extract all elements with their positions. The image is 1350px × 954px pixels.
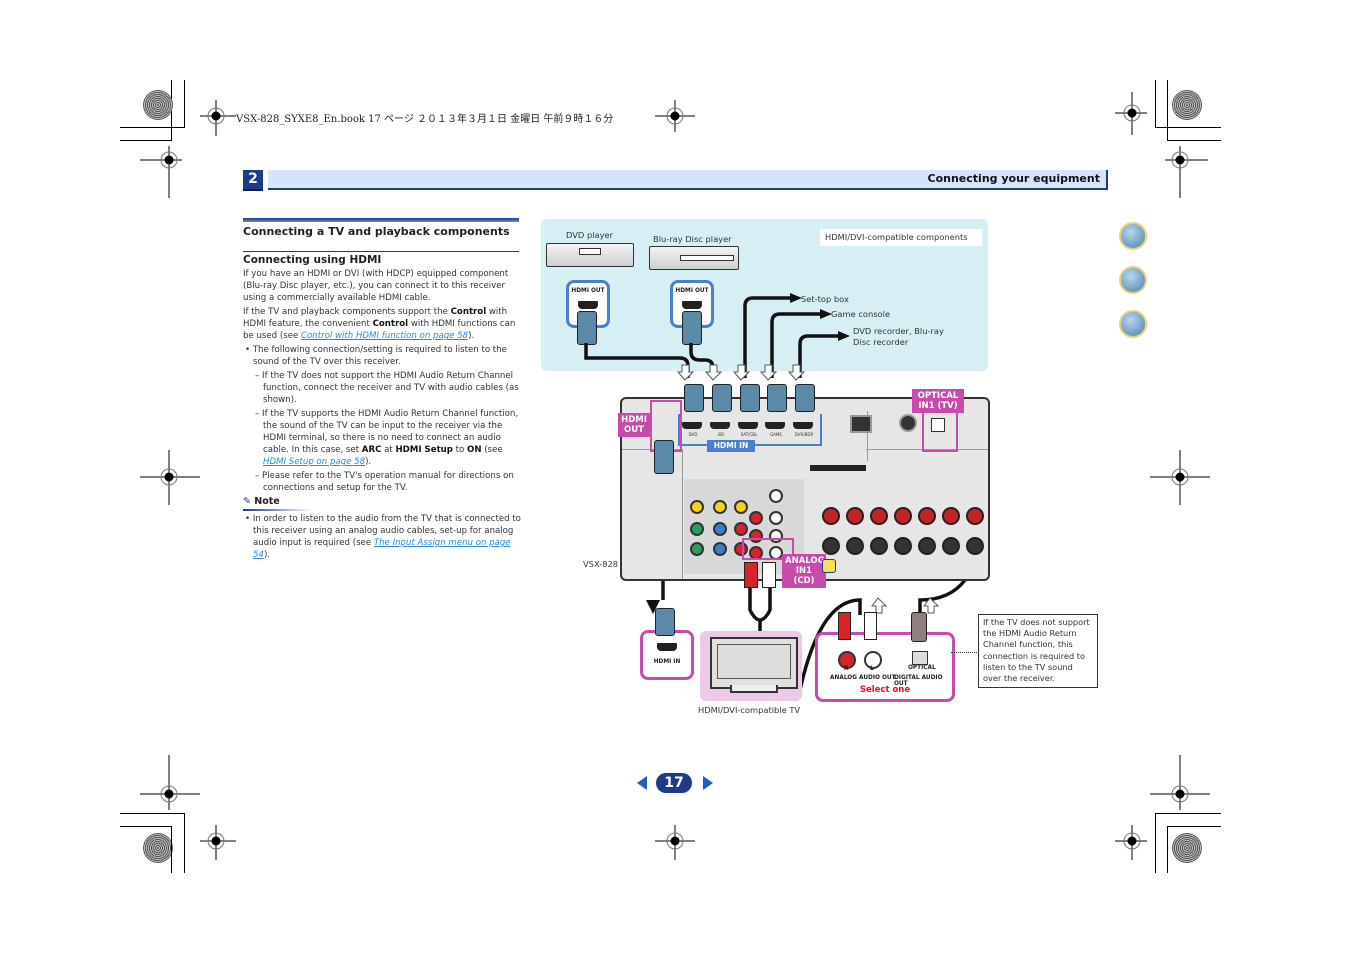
- hdmi-plug-icon: [712, 384, 732, 412]
- book-icon[interactable]: [1119, 222, 1147, 250]
- speaker-terminal-icon: [918, 537, 936, 555]
- select-one-label: Select one: [859, 685, 911, 695]
- optical-port-icon: [912, 651, 928, 665]
- cable-dvr: [798, 334, 838, 378]
- hdmi-input-port: [682, 422, 702, 429]
- speaker-terminal-icon: [942, 537, 960, 555]
- speaker-terminal-icon: [870, 507, 888, 525]
- hdmi-plug-icon: [767, 384, 787, 412]
- leader-line: [951, 652, 977, 653]
- speaker-terminal-icon: [846, 537, 864, 555]
- optical-in-tag: OPTICAL IN1 (TV): [912, 389, 964, 413]
- optical-port-icon: [931, 418, 945, 432]
- hdmi-in-tag: HDMI IN: [707, 440, 755, 452]
- info-callout: If the TV does not support the HDMI Audi…: [978, 614, 1098, 688]
- hdmi-input-label: GAME: [770, 432, 782, 437]
- hdmi-plug-icon: [655, 608, 675, 636]
- av-jack-icon: [690, 542, 704, 556]
- hdmi-input-port: [710, 422, 730, 429]
- rca-plug-red-icon: [744, 562, 758, 588]
- speaker-terminal-icon: [822, 507, 840, 525]
- hdmi-input-label: SAT/CBL: [740, 432, 758, 437]
- receiver-model-label: VSX-828: [583, 559, 619, 569]
- note-pencil-icon: [822, 559, 836, 573]
- hdmi-input-port: [765, 422, 785, 429]
- next-page-icon[interactable]: [703, 776, 713, 790]
- speaker-terminal-icon: [918, 507, 936, 525]
- speaker-terminal-icon: [894, 537, 912, 555]
- speaker-terminal-icon: [822, 537, 840, 555]
- hdmi-out-tag: HDMI OUT: [618, 413, 650, 437]
- speaker-terminal-icon: [966, 507, 984, 525]
- speaker-terminal-icon: [846, 507, 864, 525]
- av-jack-icon: [713, 522, 727, 536]
- rca-plug-white-icon: [762, 562, 776, 588]
- hdmi-plug-icon: [740, 384, 760, 412]
- dvd-recorder-label: DVD recorder, Blu-ray: [853, 326, 944, 336]
- optical-plug-icon: [911, 612, 927, 642]
- analog-in-tag: ANALOG IN1 (CD): [782, 554, 826, 588]
- hdmi-input-label: DVD: [688, 432, 698, 437]
- tv-audio-out-bubble: R L OPTICAL ANALOG AUDIO OUT DIGITAL AUD…: [815, 632, 955, 702]
- arrow-down-outline-icon: [704, 364, 723, 381]
- hdmi-port-icon: [657, 643, 677, 651]
- arrow-up-outline-icon: [871, 597, 888, 614]
- hdmi-plug-icon: [795, 384, 815, 412]
- av-jack-icon: [690, 522, 704, 536]
- rca-plug-white-icon: [864, 612, 877, 640]
- hdmi-input-label: DVR/BDR: [794, 432, 814, 437]
- lan-port-icon: [850, 415, 872, 433]
- speaker-terminal-icon: [870, 537, 888, 555]
- tv-label: HDMI/DVI-compatible TV: [698, 705, 801, 715]
- dvd-recorder-label-2: Disc recorder: [853, 337, 909, 347]
- av-jack-icon: [734, 522, 748, 536]
- page-number: 17: [656, 773, 692, 793]
- hdmi-input-label: BD: [718, 432, 724, 437]
- speaker-terminal-icon: [966, 537, 984, 555]
- av-jack-icon: [734, 500, 748, 514]
- tv-hdmi-in-bubble: HDMI IN: [640, 630, 694, 680]
- components-icon[interactable]: [1119, 266, 1147, 294]
- speaker-terminal-icon: [942, 507, 960, 525]
- rca-plug-red-icon: [838, 612, 851, 640]
- av-jack-icon: [713, 500, 727, 514]
- speaker-terminal-icon: [894, 507, 912, 525]
- prev-page-icon[interactable]: [637, 776, 647, 790]
- hdmi-plug-icon: [684, 384, 704, 412]
- hdmi-plug-icon: [654, 440, 674, 474]
- av-jack-icon: [769, 511, 783, 525]
- tv-icon: [710, 637, 798, 689]
- tv-stand: [730, 685, 778, 693]
- av-jack-icon: [749, 511, 763, 525]
- av-jack-icon: [690, 500, 704, 514]
- av-jack-icon: [713, 542, 727, 556]
- arrow-down-outline-icon: [676, 364, 695, 381]
- faq-icon[interactable]: [1119, 310, 1147, 338]
- adapter-port-icon: [810, 465, 866, 471]
- coaxial-port-icon: [899, 414, 917, 432]
- cable-dvd: [584, 343, 690, 378]
- hdmi-input-port: [793, 422, 813, 429]
- arrow-right-icon: [838, 331, 850, 341]
- set-top-box-label: Set-top box: [801, 294, 849, 304]
- av-jack-icon: [769, 489, 783, 503]
- game-console-label: Game console: [831, 309, 891, 319]
- hdmi-input-port: [738, 422, 758, 429]
